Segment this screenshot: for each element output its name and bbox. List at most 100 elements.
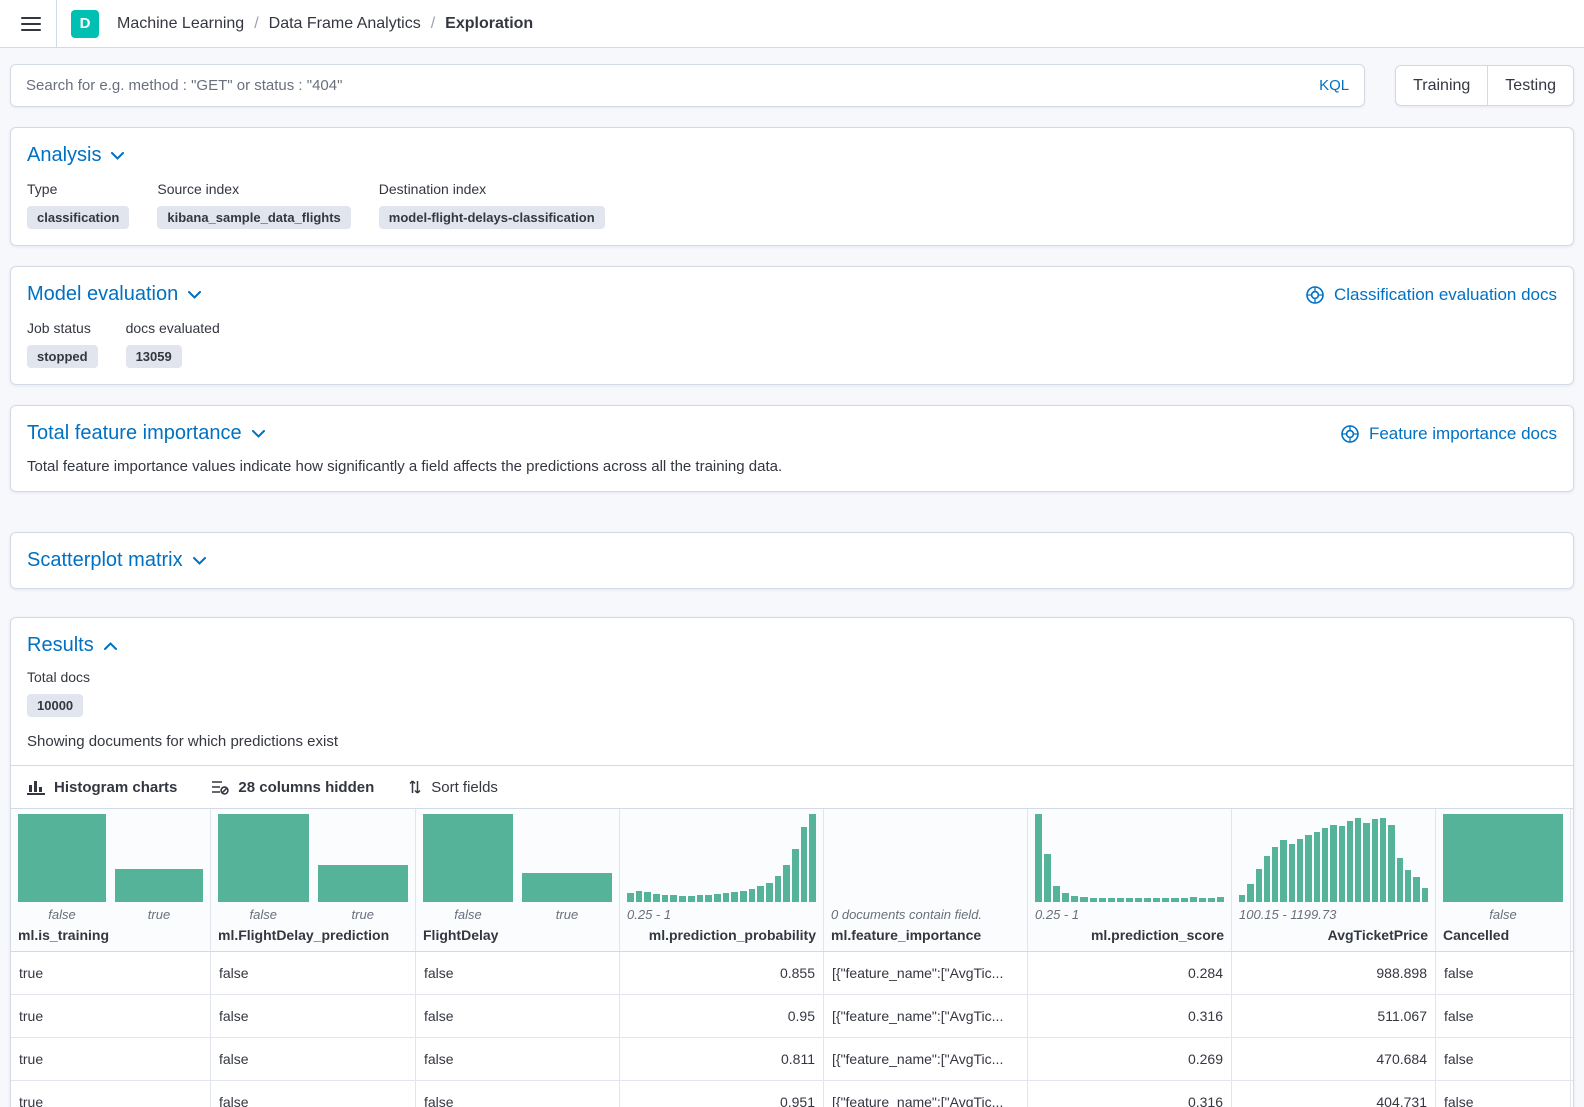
- breadcrumb-item[interactable]: Data Frame Analytics: [269, 15, 421, 33]
- table-cell[interactable]: false: [211, 952, 416, 994]
- histogram-bar: [1264, 856, 1270, 902]
- analysis-panel-toggle[interactable]: Analysis: [27, 144, 124, 167]
- table-cell[interactable]: [{"feature_name":["AvgTic...: [824, 1038, 1028, 1080]
- histogram-bar: [1297, 839, 1303, 902]
- table-cell[interactable]: 988.898: [1232, 952, 1436, 994]
- testing-button[interactable]: Testing: [1487, 66, 1573, 105]
- results-panel-toggle[interactable]: Results: [27, 634, 117, 657]
- field-label: Source index: [157, 181, 350, 197]
- histogram-bar: [783, 865, 790, 902]
- histogram-bar: [1126, 898, 1133, 902]
- grid-column-header[interactable]: 0.25 - 1ml.prediction_probability: [620, 809, 824, 951]
- docs-link-label: Feature importance docs: [1369, 424, 1557, 444]
- search-input[interactable]: Search for e.g. method : "GET" or status…: [10, 64, 1365, 107]
- table-cell[interactable]: [{"feature_name":["AvgTic...: [824, 1081, 1028, 1107]
- sort-fields-button[interactable]: Sort fields: [408, 779, 498, 796]
- table-cell[interactable]: false: [1436, 1081, 1571, 1107]
- table-cell[interactable]: 404.731: [1232, 1081, 1436, 1107]
- chevron-down-icon: [193, 557, 206, 565]
- total-feature-importance-panel-toggle[interactable]: Total feature importance: [27, 422, 265, 445]
- training-button[interactable]: Training: [1396, 66, 1487, 105]
- table-cell[interactable]: 0.811: [620, 1038, 824, 1080]
- model-evaluation-panel-toggle[interactable]: Model evaluation: [27, 283, 201, 306]
- table-row: truefalsefalse0.811[{"feature_name":["Av…: [11, 1038, 1573, 1081]
- feature-importance-docs-link[interactable]: Feature importance docs: [1340, 424, 1557, 444]
- field-label: Job status: [27, 320, 98, 336]
- classification-evaluation-docs-link[interactable]: Classification evaluation docs: [1305, 285, 1557, 305]
- type-badge: classification: [27, 206, 129, 229]
- table-cell[interactable]: true: [11, 952, 211, 994]
- table-cell[interactable]: 0.316: [1028, 1081, 1232, 1107]
- kql-language-button[interactable]: KQL: [1319, 77, 1349, 94]
- histogram-bar: [1135, 898, 1142, 902]
- job-status-badge: stopped: [27, 345, 98, 368]
- table-cell[interactable]: [{"feature_name":["AvgTic...: [824, 952, 1028, 994]
- hamburger-menu-button[interactable]: [12, 0, 50, 48]
- grid-column-header[interactable]: falsetrueFlightDelay: [416, 809, 620, 951]
- breadcrumb-separator: /: [431, 15, 435, 33]
- panel-title-text: Analysis: [27, 144, 101, 167]
- histogram-bar: [1443, 814, 1563, 902]
- column-name: AvgTicketPrice: [1239, 927, 1428, 943]
- table-cell[interactable]: false: [416, 952, 620, 994]
- table-cell[interactable]: false: [416, 1038, 620, 1080]
- grid-column-header[interactable]: 0 documents contain field.ml.feature_imp…: [824, 809, 1028, 951]
- histogram-bar: [423, 814, 513, 902]
- table-cell[interactable]: false: [1436, 995, 1571, 1037]
- grid-column-header[interactable]: falsetrue ml.FlightDelay_prediction: [211, 809, 416, 951]
- histogram-category-labels: falsetrue: [423, 907, 612, 924]
- table-cell[interactable]: true: [11, 1081, 211, 1107]
- table-cell[interactable]: false: [211, 1038, 416, 1080]
- table-cell[interactable]: 511.067: [1232, 995, 1436, 1037]
- table-cell[interactable]: false: [211, 1081, 416, 1107]
- histogram-bar: [1044, 854, 1051, 902]
- scatterplot-matrix-panel: Scatterplot matrix: [10, 532, 1574, 589]
- field-block: Source index kibana_sample_data_flights: [157, 181, 350, 229]
- deployment-badge[interactable]: D: [71, 10, 99, 38]
- table-cell[interactable]: 0.95: [620, 995, 824, 1037]
- table-cell[interactable]: 0.269: [1028, 1038, 1232, 1080]
- header-divider: [56, 0, 57, 48]
- table-cell[interactable]: true: [11, 995, 211, 1037]
- column-name: ml.FlightDelay_prediction: [218, 927, 408, 943]
- grid-column-header[interactable]: falsetrueml.is_training: [11, 809, 211, 951]
- table-cell[interactable]: 0.284: [1028, 952, 1232, 994]
- table-cell[interactable]: true: [11, 1038, 211, 1080]
- results-fields: Total docs 10000: [27, 669, 1557, 717]
- table-cell[interactable]: false: [1436, 952, 1571, 994]
- histogram-bar: [1071, 896, 1078, 902]
- histogram-charts-button[interactable]: Histogram charts: [27, 779, 177, 796]
- histogram-bars: [627, 814, 816, 902]
- field-block: Total docs 10000: [27, 669, 90, 717]
- table-cell[interactable]: false: [416, 1081, 620, 1107]
- sort-icon: [408, 779, 422, 795]
- histogram-category-label: false: [218, 907, 309, 924]
- column-histogram: [218, 814, 408, 902]
- histogram-category-label: false: [423, 907, 513, 924]
- grid-column-header[interactable]: 100.15 - 1199.73AvgTicketPrice: [1232, 809, 1436, 951]
- histogram-bar: [1363, 823, 1369, 902]
- histogram-bar: [679, 896, 686, 902]
- breadcrumb-item[interactable]: Machine Learning: [117, 15, 244, 33]
- columns-hidden-button[interactable]: 28 columns hidden: [211, 779, 374, 796]
- table-cell[interactable]: false: [1436, 1038, 1571, 1080]
- histogram-bar: [1347, 821, 1353, 902]
- histogram-category-labels: falsetrue: [218, 907, 408, 924]
- histogram-bar: [218, 814, 309, 902]
- column-name: ml.prediction_score: [1035, 927, 1224, 943]
- table-cell[interactable]: false: [211, 995, 416, 1037]
- grid-column-header[interactable]: falseCancelled: [1436, 809, 1571, 951]
- docs-evaluated-badge: 13059: [126, 345, 182, 368]
- table-cell[interactable]: 0.316: [1028, 995, 1232, 1037]
- grid-column-header[interactable]: 0.25 - 1ml.prediction_score: [1028, 809, 1232, 951]
- table-cell[interactable]: false: [416, 995, 620, 1037]
- breadcrumb-separator: /: [254, 15, 258, 33]
- histogram-bar: [1144, 898, 1151, 902]
- scatterplot-matrix-panel-toggle[interactable]: Scatterplot matrix: [27, 549, 206, 572]
- chevron-down-icon: [111, 152, 124, 160]
- table-cell[interactable]: [{"feature_name":["AvgTic...: [824, 995, 1028, 1037]
- table-cell[interactable]: 470.684: [1232, 1038, 1436, 1080]
- search-placeholder: Search for e.g. method : "GET" or status…: [26, 77, 1319, 94]
- table-cell[interactable]: 0.951: [620, 1081, 824, 1107]
- table-cell[interactable]: 0.855: [620, 952, 824, 994]
